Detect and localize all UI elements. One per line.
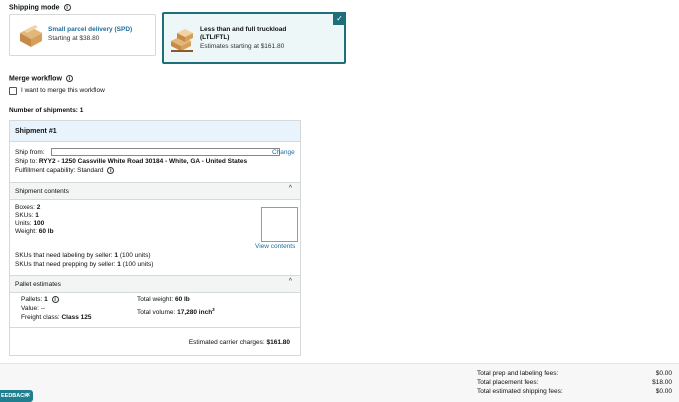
- labeling-units: (100 units): [119, 252, 151, 259]
- skus-value: 1: [35, 212, 39, 219]
- carrier-charges-label: Estimated carrier charges:: [188, 339, 265, 346]
- ship-to-value: RYY2 - 1250 Cassville White Road 30184 -…: [38, 158, 248, 165]
- pallet-estimates-header[interactable]: Pallet estimates ^: [10, 275, 300, 293]
- shipping-option-ltl-ftl[interactable]: ✓ Less than and full truckload (LTL/FTL)…: [162, 12, 346, 64]
- spd-price: Starting at $38.80: [48, 35, 100, 42]
- chevron-up-icon[interactable]: ^: [289, 278, 292, 285]
- prep-labeling-fees-label: Total prep and labeling fees:: [477, 370, 559, 377]
- contents-thumbnail[interactable]: [261, 207, 298, 242]
- prepping-row: SKUs that need prepping by seller: 1 (10…: [15, 261, 153, 269]
- chevron-up-icon[interactable]: ^: [289, 185, 292, 192]
- boxes-row: Boxes: 2: [15, 204, 40, 212]
- pallets-label: Pallets:: [21, 296, 43, 304]
- total-volume-row: Total volume: 17,280 inch3: [137, 306, 215, 317]
- shipping-mode-heading: Shipping mode i: [9, 4, 71, 11]
- ltl-price: Estimates starting at $161.80: [200, 43, 285, 50]
- boxes-value: 2: [36, 204, 41, 211]
- prepping-value: 1: [117, 261, 121, 268]
- freight-class-label: Freight class:: [21, 314, 60, 321]
- prepping-label: SKUs that need prepping by seller:: [15, 261, 116, 268]
- pallet-estimates-title: Pallet estimates: [15, 281, 61, 288]
- labeling-row: SKUs that need labeling by seller: 1 (10…: [15, 252, 151, 260]
- weight-label: Weight:: [15, 228, 37, 235]
- info-icon[interactable]: i: [63, 4, 71, 11]
- info-icon[interactable]: i: [51, 296, 59, 303]
- feedback-button[interactable]: EEDBACK ×: [0, 390, 33, 402]
- shipment-contents-header[interactable]: Shipment contents ^: [10, 182, 300, 200]
- fulfillment-value: Standard: [77, 167, 104, 175]
- shipping-fees-label: Total estimated shipping fees:: [477, 388, 563, 395]
- units-value: 100: [33, 220, 45, 227]
- parcel-box-icon: [20, 25, 42, 47]
- shipping-mode-label: Shipping mode: [9, 4, 60, 12]
- placement-fees-value: $18.00: [652, 379, 672, 386]
- pallets-value: 1: [44, 296, 48, 304]
- pallets-row: Pallets: 1 i: [21, 296, 59, 304]
- shipment-title: Shipment #1: [15, 128, 57, 135]
- freight-class-value: Class 125: [61, 314, 92, 321]
- ltl-title-line2: (LTL/FTL): [200, 34, 230, 41]
- shipping-fees-value: $0.00: [655, 388, 672, 395]
- carrier-charges-value: $161.80: [266, 339, 291, 346]
- selected-check-icon: ✓: [333, 12, 346, 25]
- merge-workflow-checkbox-label: I want to merge this workflow: [21, 87, 105, 94]
- ship-to-label: Ship to:: [15, 158, 38, 165]
- ltl-title-line1: Less than and full truckload: [200, 26, 287, 33]
- fulfillment-label: Fulfillment capability:: [15, 167, 76, 175]
- total-weight-row: Total weight: 60 lb: [137, 296, 190, 304]
- prepping-units: (100 units): [122, 261, 154, 268]
- shipment-header: Shipment #1: [10, 121, 300, 142]
- shipment-card: Shipment #1 Ship from: Change Ship to: R…: [9, 120, 301, 356]
- feedback-label: EEDBACK: [1, 393, 29, 399]
- freight-class-row: Freight class: Class 125: [21, 314, 91, 322]
- labeling-value: 1: [114, 252, 118, 259]
- total-volume-superscript: 3: [212, 307, 215, 312]
- value-row: Value: --: [21, 305, 45, 313]
- shipment-contents-title: Shipment contents: [15, 188, 69, 195]
- labeling-label: SKUs that need labeling by seller:: [15, 252, 113, 259]
- view-contents-link[interactable]: View contents: [255, 243, 295, 251]
- boxes-label: Boxes:: [15, 204, 35, 211]
- close-icon[interactable]: ×: [26, 392, 30, 399]
- carrier-charges-row: Estimated carrier charges: $161.80: [189, 339, 290, 347]
- fees-footer: Total prep and labeling fees: $0.00 Tota…: [0, 363, 679, 402]
- ship-from-field[interactable]: [51, 148, 280, 156]
- placement-fees-label: Total placement fees:: [477, 379, 539, 386]
- fulfillment-row: Fulfillment capability: Standard i: [15, 167, 115, 175]
- info-icon[interactable]: i: [65, 75, 73, 82]
- weight-row: Weight: 60 lb: [15, 228, 54, 236]
- prep-labeling-fees-value: $0.00: [655, 370, 672, 377]
- units-label: Units:: [15, 220, 32, 227]
- total-weight-label: Total weight:: [137, 296, 174, 303]
- info-icon[interactable]: i: [107, 167, 115, 174]
- shipping-option-spd[interactable]: Small parcel delivery (SPD) Starting at …: [9, 14, 156, 56]
- pallet-boxes-icon: [171, 29, 193, 52]
- merge-workflow-label: Merge workflow: [9, 75, 62, 83]
- number-of-shipments: Number of shipments: 1: [9, 107, 84, 114]
- ship-to-row: Ship to: RYY2 - 1250 Cassville White Roa…: [15, 158, 247, 166]
- spd-title: Small parcel delivery (SPD): [48, 26, 133, 33]
- units-row: Units: 100: [15, 220, 44, 228]
- merge-workflow-heading: Merge workflow i: [9, 75, 73, 82]
- value-value: --: [40, 305, 46, 312]
- total-weight-value: 60 lb: [174, 296, 190, 303]
- total-volume-value: 17,280 inch: [177, 309, 213, 317]
- weight-value: 60 lb: [38, 228, 54, 235]
- value-label: Value:: [21, 305, 39, 312]
- skus-row: SKUs: 1: [15, 212, 39, 220]
- ship-from-label: Ship from:: [15, 149, 45, 156]
- divider: [10, 327, 300, 328]
- total-volume-label: Total volume:: [137, 309, 176, 317]
- merge-workflow-checkbox[interactable]: [9, 87, 17, 95]
- skus-label: SKUs:: [15, 212, 34, 219]
- change-address-link[interactable]: Change: [272, 149, 295, 157]
